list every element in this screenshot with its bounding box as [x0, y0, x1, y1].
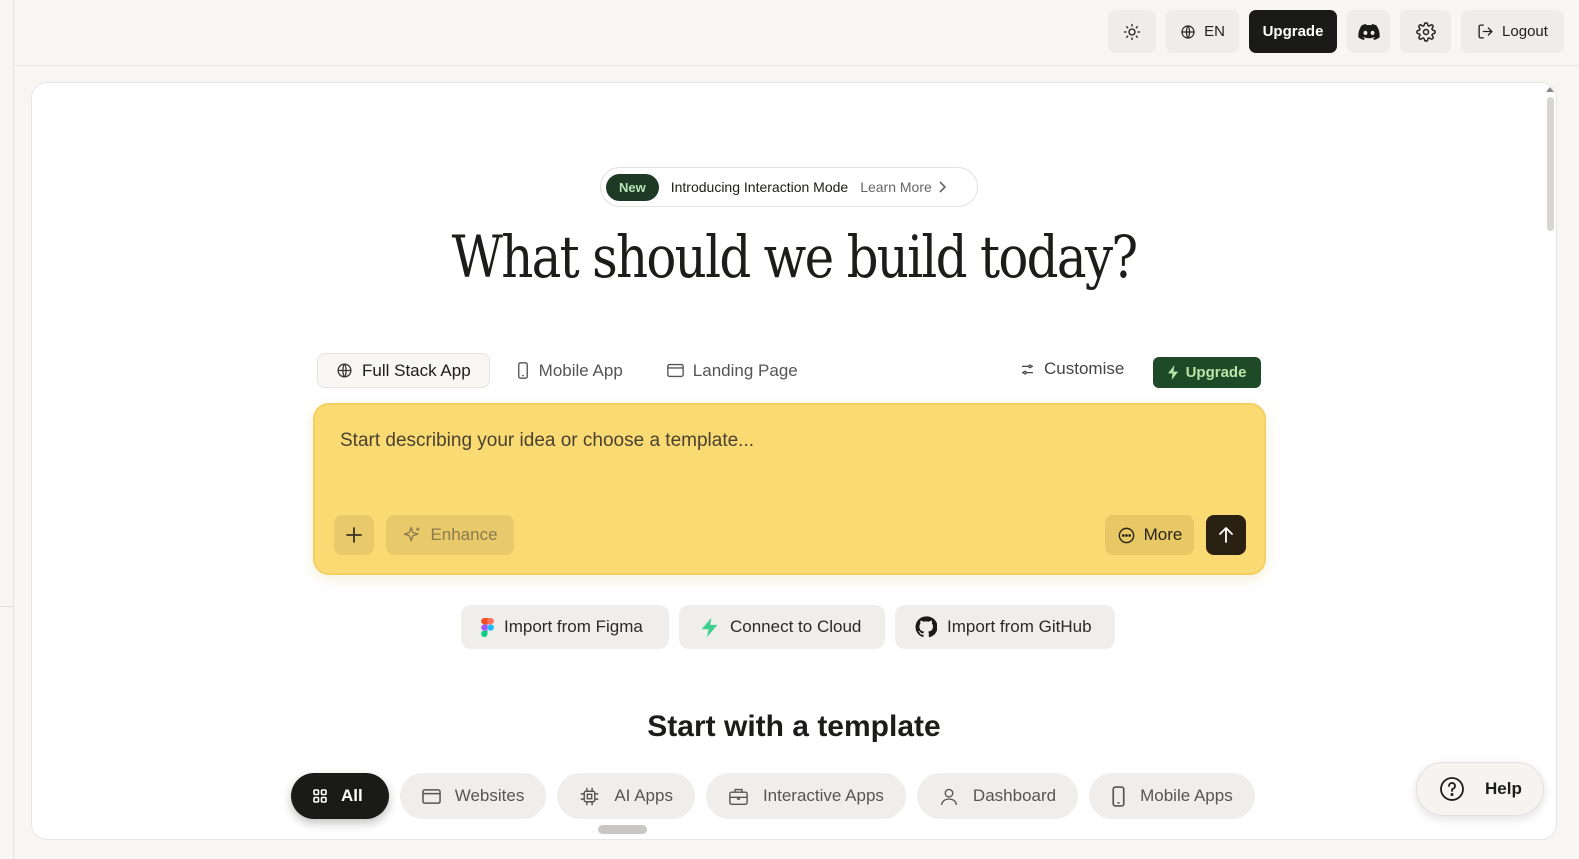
grid-icon	[313, 789, 327, 803]
category-dashboard[interactable]: Dashboard	[916, 773, 1079, 819]
globe-icon	[337, 363, 352, 378]
page-title: What should we build today?	[451, 223, 1138, 291]
chevron-right-icon	[939, 181, 946, 193]
category-label: Dashboard	[972, 786, 1057, 805]
tab-landing-page[interactable]: Landing Page	[649, 353, 816, 388]
upgrade-label: Upgrade	[1262, 23, 1324, 40]
scroll-handle[interactable]	[598, 825, 647, 834]
figma-icon	[481, 617, 494, 637]
phone-icon	[1112, 785, 1125, 807]
logout-label: Logout	[1502, 23, 1548, 40]
tab-label: Full Stack App	[362, 360, 471, 380]
new-badge: New	[606, 173, 659, 201]
more-button[interactable]: More	[1105, 515, 1194, 555]
main-card: New Introducing Interaction Mode Learn M…	[31, 82, 1557, 840]
tab-full-stack-app[interactable]: Full Stack App	[317, 353, 490, 388]
language-label: EN	[1204, 23, 1225, 40]
import-actions: Import from Figma Connect to Cloud Impor…	[461, 605, 1115, 649]
category-label: All	[341, 786, 363, 805]
help-label: Help	[1485, 779, 1522, 798]
discord-icon	[1357, 23, 1380, 40]
category-interactive-apps[interactable]: Interactive Apps	[705, 773, 906, 819]
send-button[interactable]	[1206, 515, 1246, 555]
tab-label: Mobile App	[538, 360, 623, 380]
more-label: More	[1143, 525, 1183, 544]
plus-icon	[346, 527, 362, 543]
question-icon	[1440, 777, 1464, 801]
sliders-icon	[1021, 364, 1034, 374]
connect-cloud-button[interactable]: Connect to Cloud	[679, 605, 885, 649]
rail-divider	[0, 606, 14, 607]
customise-button[interactable]: Customise	[1020, 359, 1124, 379]
import-github-label: Import from GitHub	[947, 617, 1092, 636]
bolt-icon	[1167, 365, 1178, 380]
settings-button[interactable]	[1400, 10, 1451, 53]
chip-icon	[581, 787, 599, 805]
import-github-button[interactable]: Import from GitHub	[895, 605, 1115, 649]
upgrade-plan-label: Upgrade	[1185, 364, 1247, 381]
browser-icon	[421, 788, 441, 804]
github-icon	[915, 616, 937, 638]
tab-mobile-app[interactable]: Mobile App	[498, 353, 641, 388]
category-label: Websites	[454, 786, 525, 805]
attach-button[interactable]	[334, 515, 374, 555]
logout-icon	[1478, 24, 1493, 39]
learn-more-link[interactable]: Learn More	[860, 179, 947, 195]
gear-icon	[1415, 21, 1436, 42]
prompt-input[interactable]	[340, 425, 1220, 457]
help-button[interactable]: Help	[1416, 762, 1544, 816]
sun-icon	[1123, 23, 1141, 40]
category-ai-apps[interactable]: AI Apps	[557, 773, 695, 819]
briefcase-icon	[729, 788, 748, 805]
scrollbar-thumb[interactable]	[1547, 97, 1554, 231]
category-label: Interactive Apps	[762, 786, 884, 805]
language-button[interactable]: EN	[1166, 10, 1239, 53]
theme-toggle-button[interactable]	[1108, 10, 1156, 53]
top-bar: EN Upgrade Logout	[14, 0, 1579, 66]
connect-cloud-label: Connect to Cloud	[730, 617, 862, 636]
scroll-up-arrow[interactable]	[1546, 87, 1554, 92]
import-figma-button[interactable]: Import from Figma	[461, 605, 669, 649]
sparkle-icon	[404, 526, 420, 542]
import-figma-label: Import from Figma	[504, 617, 643, 636]
discord-button[interactable]	[1347, 10, 1390, 53]
prompt-box: Enhance More	[313, 403, 1266, 575]
templates-heading: Start with a template	[647, 710, 941, 743]
upgrade-plan-button[interactable]: Upgrade	[1153, 357, 1261, 388]
announcement-pill[interactable]: New Introducing Interaction Mode Learn M…	[600, 167, 978, 207]
upgrade-button[interactable]: Upgrade	[1249, 10, 1337, 53]
more-options-icon	[1118, 527, 1134, 543]
category-label: AI Apps	[614, 786, 673, 805]
mode-tabs: Full Stack App Mobile App Landing Page	[317, 353, 816, 389]
phone-icon	[517, 362, 528, 379]
learn-more-label: Learn More	[860, 179, 932, 195]
bolt-icon	[701, 617, 718, 637]
category-all[interactable]: All	[291, 773, 389, 819]
enhance-button[interactable]: Enhance	[386, 515, 514, 555]
category-label: Mobile Apps	[1140, 786, 1233, 805]
arrow-up-icon	[1219, 527, 1233, 543]
customise-label: Customise	[1044, 359, 1125, 378]
globe-icon	[1181, 24, 1195, 39]
window-icon	[666, 363, 684, 378]
category-websites[interactable]: Websites	[399, 773, 547, 819]
left-sidebar-rail	[0, 0, 14, 859]
logout-button[interactable]: Logout	[1461, 10, 1564, 53]
category-mobile-apps[interactable]: Mobile Apps	[1089, 773, 1255, 819]
enhance-label: Enhance	[430, 525, 498, 544]
template-category-tabs: All Websites AI Apps Interactive Apps Da…	[291, 773, 1255, 819]
tab-label: Landing Page	[692, 360, 798, 380]
announcement-text: Introducing Interaction Mode	[670, 179, 849, 195]
user-icon	[940, 788, 958, 805]
